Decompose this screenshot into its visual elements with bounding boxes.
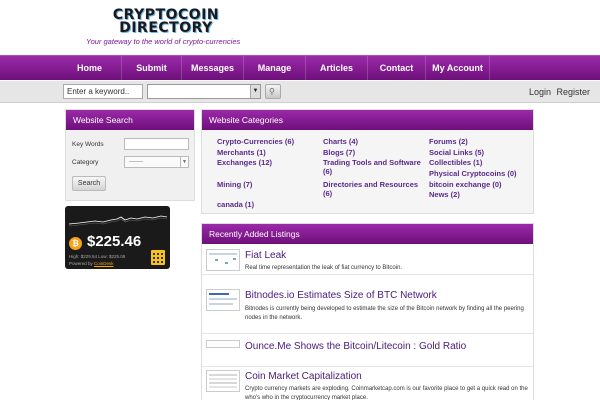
- category-dropdown-value: -------: [129, 159, 143, 165]
- listing-title[interactable]: Fiat Leak: [245, 250, 286, 261]
- site-header: CRYPTOCOIN DIRECTORY Your gateway to the…: [0, 0, 600, 54]
- coindesk-link[interactable]: CoinDesk: [94, 261, 114, 266]
- website-search-panel: Website Search Key Words Category ------…: [65, 109, 195, 201]
- nav-home[interactable]: Home: [58, 56, 122, 80]
- category-link[interactable]: Merchants (1): [217, 148, 266, 157]
- site-logo[interactable]: CRYPTOCOIN DIRECTORY Your gateway to the…: [86, 7, 246, 49]
- listing-title[interactable]: Bitnodes.io Estimates Size of BTC Networ…: [245, 290, 437, 301]
- listing-item: Ounce.Me Shows the Bitcoin/Litecoin : Go…: [202, 337, 533, 367]
- listing-description: Real time representation the leak of fia…: [245, 265, 403, 271]
- listing-thumbnail[interactable]: [206, 370, 240, 392]
- auth-links: Login Register: [526, 81, 590, 103]
- category-link[interactable]: Collectibles (1): [429, 158, 482, 167]
- category-link[interactable]: Blogs (7): [323, 148, 355, 157]
- search-button[interactable]: ⚲: [265, 84, 281, 99]
- category-link[interactable]: canada (1): [217, 200, 254, 209]
- nav-contact[interactable]: Contact: [368, 56, 426, 80]
- listing-item: Coin Market Capitalization Crypto curren…: [202, 367, 533, 400]
- recent-listings-panel: Recently Added Listings Fiat Leak Real t…: [201, 223, 534, 400]
- keywords-label: Key Words: [72, 141, 104, 148]
- nav-messages[interactable]: Messages: [182, 56, 244, 80]
- bitcoin-icon: ₿: [69, 237, 82, 250]
- category-select[interactable]: ▼: [147, 84, 261, 99]
- nav-submit[interactable]: Submit: [122, 56, 182, 80]
- listing-title[interactable]: Coin Market Capitalization: [245, 371, 362, 382]
- nav-articles[interactable]: Articles: [306, 56, 368, 80]
- category-link[interactable]: Mining (7): [217, 180, 252, 189]
- website-search-title: Website Search: [66, 110, 194, 130]
- category-link[interactable]: Social Links (5): [429, 148, 484, 157]
- chevron-down-icon: ▼: [180, 157, 188, 167]
- keyword-input[interactable]: Enter a keyword..: [63, 84, 143, 99]
- category-link[interactable]: Trading Tools and Software (6): [323, 158, 423, 176]
- website-categories-panel: Website Categories Crypto-Currencies (6)…: [201, 109, 534, 214]
- website-search-button[interactable]: Search: [72, 176, 106, 191]
- keywords-input[interactable]: [124, 138, 189, 150]
- category-link[interactable]: Physical Cryptocoins (0): [429, 169, 517, 178]
- recent-listings-title: Recently Added Listings: [202, 224, 533, 244]
- category-link[interactable]: bitcoin exchange (0): [429, 180, 502, 189]
- listing-item: Bitnodes.io Estimates Size of BTC Networ…: [202, 286, 533, 334]
- search-icon: ⚲: [269, 87, 275, 96]
- site-tagline: Your gateway to the world of crypto-curr…: [86, 37, 241, 46]
- logo-title: CRYPTOCOIN DIRECTORY: [108, 8, 224, 36]
- login-link[interactable]: Login: [529, 87, 551, 97]
- category-link[interactable]: Forums (2): [429, 137, 468, 146]
- website-categories-title: Website Categories: [202, 110, 533, 130]
- listing-description: Crypto currency markets are exploding. C…: [245, 386, 528, 400]
- listing-title[interactable]: Ounce.Me Shows the Bitcoin/Litecoin : Go…: [245, 341, 466, 352]
- listing-thumbnail[interactable]: [206, 289, 240, 311]
- category-link[interactable]: Exchanges (12): [217, 158, 272, 167]
- calendar-grid-icon[interactable]: [151, 250, 165, 265]
- price-sparkline: [68, 215, 168, 227]
- category-link[interactable]: Charts (4): [323, 137, 358, 146]
- main-nav: Home Submit Messages Manage Articles Con…: [0, 55, 600, 80]
- powered-by: Powered by CoinDesk: [69, 261, 114, 266]
- listing-thumbnail[interactable]: [206, 249, 240, 271]
- nav-manage[interactable]: Manage: [244, 56, 306, 80]
- listing-thumbnail[interactable]: [206, 340, 240, 348]
- nav-my-account[interactable]: My Account: [426, 56, 490, 80]
- search-toolbar: Enter a keyword.. ▼ ⚲ Login Register: [0, 81, 600, 103]
- category-dropdown[interactable]: ------- ▼: [124, 156, 189, 168]
- listing-description: Bitnodes is currently being developed to…: [245, 306, 524, 321]
- bitcoin-price: $225.46: [87, 233, 142, 250]
- price-ticker-widget: ₿ $225.46 High: $229.54 Low: $225.08 Pow…: [65, 206, 170, 269]
- logo-line-2: DIRECTORY: [119, 20, 213, 36]
- listing-item: Fiat Leak Real time representation the l…: [202, 244, 533, 275]
- register-link[interactable]: Register: [556, 87, 590, 97]
- price-high-low: High: $229.54 Low: $225.08: [69, 254, 126, 259]
- category-label: Category: [72, 159, 99, 166]
- powered-by-label: Powered by: [69, 261, 93, 266]
- category-link[interactable]: News (2): [429, 190, 460, 199]
- category-link[interactable]: Crypto-Currencies (6): [217, 137, 294, 146]
- category-link[interactable]: Directories and Resources (6): [323, 180, 423, 198]
- chevron-down-icon: ▼: [250, 85, 260, 98]
